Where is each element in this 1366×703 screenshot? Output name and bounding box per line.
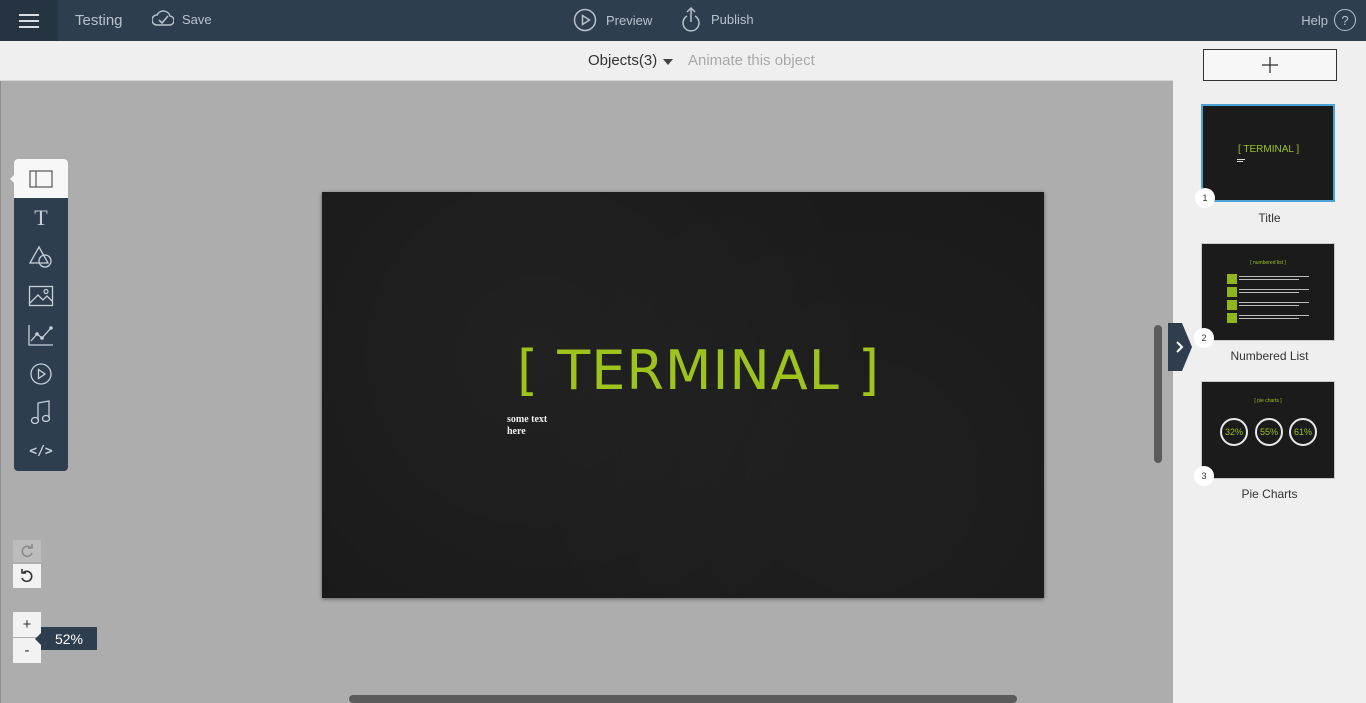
video-tool[interactable] xyxy=(14,354,68,393)
publish-label: Publish xyxy=(711,11,754,27)
play-circle-icon xyxy=(573,8,597,32)
animate-object-button[interactable]: Animate this object xyxy=(688,52,815,69)
chevron-right-icon xyxy=(1168,323,1192,371)
objects-label: Objects(3) xyxy=(588,52,658,69)
shapes-icon xyxy=(28,245,52,268)
slide-label-1[interactable]: Title xyxy=(1173,211,1366,225)
cloud-check-icon xyxy=(152,10,174,26)
hamburger-icon xyxy=(19,13,39,28)
preview-label: Preview xyxy=(606,12,653,28)
thumbnail-title: [ numbered list ] xyxy=(1250,260,1286,266)
code-tool[interactable]: </> xyxy=(14,432,68,471)
caret-down-icon xyxy=(663,58,674,65)
code-icon: </> xyxy=(29,444,53,459)
help-label: Help xyxy=(1301,12,1328,28)
layout-icon xyxy=(29,169,53,188)
video-icon xyxy=(30,362,52,385)
slide-number: 2 xyxy=(1194,328,1214,348)
thumbnail-pie-3: 61% xyxy=(1289,418,1317,446)
undo-icon xyxy=(21,569,33,583)
slide-number: 3 xyxy=(1194,466,1214,486)
thumbnail-text-line xyxy=(1237,159,1245,160)
slides-panel: [ TERMINAL ] 1 Title [ numbered list ] 2… xyxy=(1173,41,1366,703)
text-icon: T xyxy=(34,204,48,230)
thumbnail-list-row xyxy=(1227,287,1309,297)
thumbnail-title: [ pie charts ] xyxy=(1254,398,1282,404)
slide-thumbnail-3[interactable]: [ pie charts ] 32% 55% 61% 3 xyxy=(1194,381,1335,486)
plus-icon xyxy=(1262,57,1278,73)
help-button[interactable]: Help ? xyxy=(1301,9,1356,31)
document-title[interactable]: Testing xyxy=(75,12,123,29)
slide-thumbnail-2[interactable]: [ numbered list ] 2 xyxy=(1194,243,1335,348)
vertical-scrollbar[interactable] xyxy=(1154,325,1162,463)
thumbnail-pie-1: 32% xyxy=(1220,418,1248,446)
thumbnail-list-row xyxy=(1227,274,1309,284)
undo-button[interactable] xyxy=(13,564,41,588)
shapes-tool[interactable] xyxy=(14,237,68,276)
collapse-panel-button[interactable] xyxy=(1168,323,1192,371)
thumbnail-list-row xyxy=(1227,300,1309,310)
audio-icon xyxy=(30,399,51,424)
layout-tool[interactable] xyxy=(14,159,68,198)
audio-tool[interactable] xyxy=(14,393,68,432)
insert-toolbar: T </> xyxy=(14,159,68,471)
save-button[interactable]: Save xyxy=(152,10,212,28)
thumbnail-pie-2: 55% xyxy=(1255,418,1283,446)
slide-label-3[interactable]: Pie Charts xyxy=(1173,487,1366,501)
add-slide-button[interactable] xyxy=(1203,49,1337,81)
horizontal-scrollbar[interactable] xyxy=(349,695,1017,703)
chart-icon xyxy=(28,324,53,346)
chart-tool[interactable] xyxy=(14,315,68,354)
image-icon xyxy=(28,285,54,306)
text-tool[interactable]: T xyxy=(14,198,68,237)
image-tool[interactable] xyxy=(14,276,68,315)
zoom-level-indicator: 52% xyxy=(35,627,97,650)
slide-subtitle[interactable]: some text here xyxy=(507,414,567,438)
save-label: Save xyxy=(182,11,212,27)
thumbnail-list-row xyxy=(1227,313,1309,323)
help-icon: ? xyxy=(1334,9,1356,31)
slide-label-2[interactable]: Numbered List xyxy=(1173,349,1366,363)
slide-thumbnail-1[interactable]: [ TERMINAL ] 1 xyxy=(1195,104,1335,208)
preview-button[interactable]: Preview xyxy=(573,8,652,32)
redo-icon xyxy=(21,544,33,558)
menu-button[interactable] xyxy=(0,0,58,41)
publish-button[interactable]: Publish xyxy=(680,6,754,32)
top-bar: Testing Save Preview Publish Help ? xyxy=(0,0,1366,41)
slide-title[interactable]: [ TERMINAL ] xyxy=(517,339,880,402)
upload-icon xyxy=(682,6,700,32)
thumbnail-title: [ TERMINAL ] xyxy=(1238,144,1300,155)
thumbnail-text-line xyxy=(1237,161,1243,162)
slide-canvas[interactable]: [ TERMINAL ] some text here xyxy=(322,192,1044,598)
objects-dropdown[interactable]: Objects(3) xyxy=(588,52,674,69)
redo-button[interactable] xyxy=(13,540,41,562)
slide-number: 1 xyxy=(1195,188,1215,208)
object-bar: Objects(3) Animate this object xyxy=(0,41,1173,81)
